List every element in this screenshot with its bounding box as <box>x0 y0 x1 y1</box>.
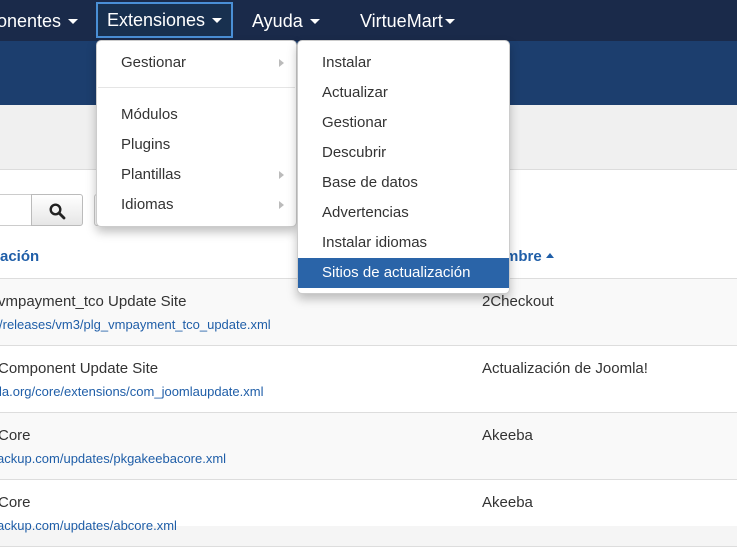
menu-item-gestionar-label: Gestionar <box>121 54 187 71</box>
submenu-item-sitios-de-actualizacion[interactable]: Sitios de actualización <box>298 258 509 288</box>
submenu-item-label: Advertencias <box>322 204 409 221</box>
nav-ayuda-label: Ayuda <box>252 11 303 31</box>
submenu-item-actualizar[interactable]: Actualizar <box>298 78 509 108</box>
row-title[interactable]: Component Update Site <box>0 360 158 377</box>
row-name: 2Checkout <box>482 293 554 310</box>
submenu-item-label: Gestionar <box>322 114 388 131</box>
row-url[interactable]: la.org/core/extensions/com_joomlaupdate.… <box>0 384 263 399</box>
submenu-item-base-de-datos[interactable]: Base de datos <box>298 168 509 198</box>
sort-ascending-icon <box>545 253 554 259</box>
submenu-item-label: Actualizar <box>322 84 388 101</box>
nav-componentes[interactable]: onentes <box>0 0 79 41</box>
submenu-item-label: Sitios de actualización <box>322 264 471 281</box>
row-name: Akeeba <box>482 494 533 511</box>
submenu-item-advertencias[interactable]: Advertencias <box>298 198 509 228</box>
menu-item-plugins[interactable]: Plugins <box>97 130 296 160</box>
row-name: Actualización de Joomla! <box>482 360 648 377</box>
menu-item-plugins-label: Plugins <box>121 136 171 153</box>
submenu-item-label: Base de datos <box>322 174 418 191</box>
column-header-location[interactable]: ación <box>0 248 39 265</box>
column-header-name[interactable]: mbre <box>505 248 554 265</box>
row-title[interactable]: Core <box>0 427 31 444</box>
row-name: Akeeba <box>482 427 533 444</box>
caret-down-icon <box>68 18 79 24</box>
submenu-item-gestionar[interactable]: Gestionar <box>298 108 509 138</box>
row-title[interactable]: Core <box>0 494 31 511</box>
menu-item-idiomas-label: Idiomas <box>121 196 174 213</box>
extensiones-dropdown: Gestionar Módulos Plugins Plantillas Idi… <box>96 40 297 227</box>
menu-item-plantillas-label: Plantillas <box>121 166 182 183</box>
submenu-item-instalar-idiomas[interactable]: Instalar idiomas <box>298 228 509 258</box>
gestionar-submenu: Instalar Actualizar Gestionar Descubrir … <box>297 40 510 294</box>
search-icon <box>49 203 66 220</box>
table-row: Core ackup.com/updates/pkgakeebacore.xml… <box>0 413 737 480</box>
row-url[interactable]: ackup.com/updates/pkgakeebacore.xml <box>0 451 226 466</box>
table-row: Core ackup.com/updates/abcore.xml Akeeba <box>0 480 737 547</box>
search-input[interactable] <box>0 194 31 226</box>
submenu-item-label: Instalar idiomas <box>322 234 428 251</box>
menu-divider <box>98 87 295 88</box>
submenu-item-label: Instalar <box>322 54 372 71</box>
top-navbar: onentes Extensiones Ayuda VirtueMart <box>0 0 737 41</box>
submenu-item-descubrir[interactable]: Descubrir <box>298 138 509 168</box>
nav-extensiones-label: Extensiones <box>107 10 206 30</box>
table-row: Component Update Site la.org/core/extens… <box>0 346 737 413</box>
menu-item-modulos[interactable]: Módulos <box>97 100 296 130</box>
nav-ayuda[interactable]: Ayuda <box>252 0 320 41</box>
nav-virtuemart-label: VirtueMart <box>360 11 443 31</box>
submenu-item-label: Descubrir <box>322 144 387 161</box>
row-url[interactable]: /releases/vm3/plg_vmpayment_tco_update.x… <box>0 317 271 332</box>
row-title[interactable]: vmpayment_tco Update Site <box>0 293 186 310</box>
caret-down-icon <box>444 18 455 24</box>
nav-componentes-label: onentes <box>0 11 62 31</box>
nav-virtuemart[interactable]: VirtueMart <box>360 0 455 41</box>
column-header-location-label: ación <box>0 248 40 265</box>
column-header-name-label: mbre <box>505 248 542 265</box>
menu-item-idiomas[interactable]: Idiomas <box>97 190 296 220</box>
search-button[interactable] <box>31 194 83 226</box>
nav-extensiones[interactable]: Extensiones <box>96 2 234 38</box>
menu-item-plantillas[interactable]: Plantillas <box>97 160 296 190</box>
submenu-item-instalar[interactable]: Instalar <box>298 48 509 78</box>
caret-down-icon <box>309 18 320 24</box>
menu-item-modulos-label: Módulos <box>121 106 178 123</box>
menu-item-gestionar[interactable]: Gestionar <box>97 48 296 78</box>
caret-down-icon <box>212 17 223 23</box>
